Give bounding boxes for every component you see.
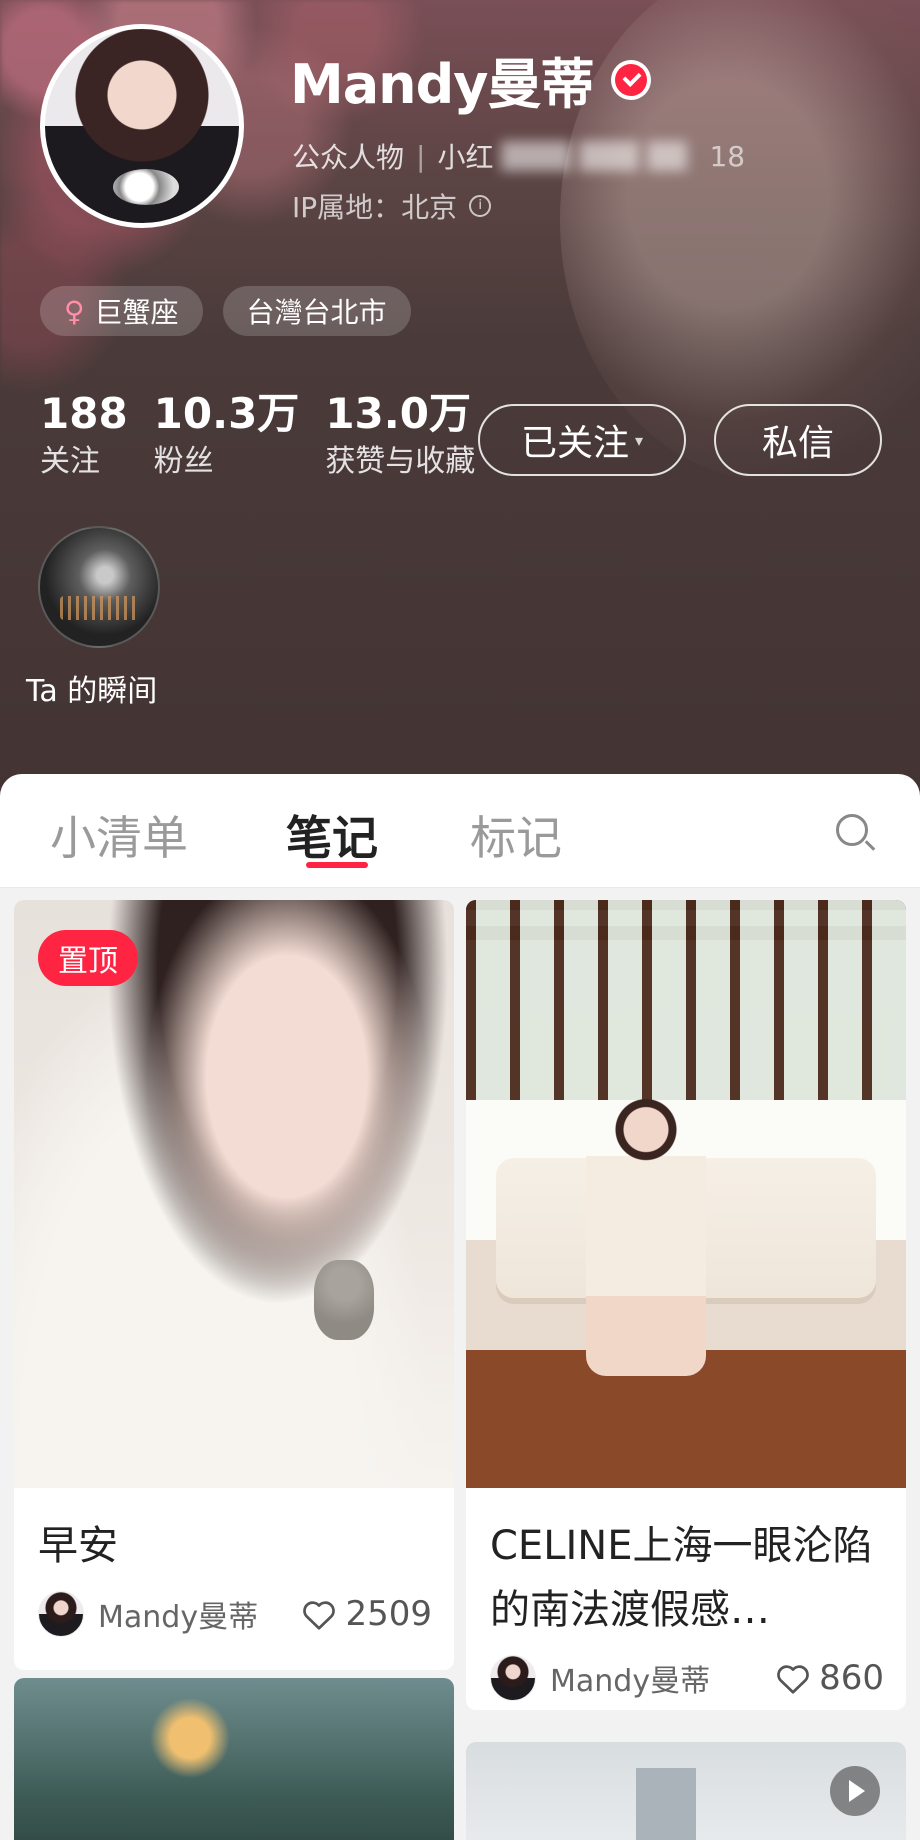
- heart-icon: [303, 1601, 336, 1630]
- note-title: CELINE上海一眼沦陷的南法渡假感…: [490, 1523, 873, 1633]
- info-icon[interactable]: i: [469, 195, 492, 217]
- ip-location-row: IP属地：北京 i: [292, 186, 492, 226]
- moments-label[interactable]: Ta 的瞬间: [26, 666, 157, 710]
- redacted-block: [501, 141, 572, 171]
- tab-list[interactable]: 小清单: [50, 802, 188, 868]
- play-icon: [830, 1766, 880, 1816]
- pinned-badge: 置顶: [38, 930, 138, 986]
- meta-separator: |: [416, 139, 426, 173]
- tab-marks[interactable]: 标记: [470, 802, 562, 868]
- female-icon: ♀: [64, 294, 85, 328]
- like-count: 2509: [345, 1594, 432, 1634]
- profile-role: 公众人物: [292, 141, 405, 174]
- following-button-label: 已关注: [520, 423, 629, 464]
- teddy-bear: [314, 1260, 374, 1340]
- profile-avatar[interactable]: [40, 24, 244, 228]
- search-icon-ring: [836, 814, 868, 846]
- active-tab-indicator: [306, 862, 368, 868]
- search-icon[interactable]: [832, 810, 876, 854]
- profile-tab-bar: 小清单 笔记 标记: [0, 774, 920, 888]
- window-frames: [466, 900, 906, 1100]
- verified-icon: [611, 59, 652, 100]
- stat-value: 188: [40, 389, 128, 438]
- note-title: 早安: [38, 1523, 118, 1569]
- building: [636, 1768, 696, 1840]
- stat-label: 关注: [40, 444, 100, 479]
- redacted-block: [579, 141, 640, 171]
- stat-followers[interactable]: 10.3万 粉丝: [154, 390, 300, 480]
- note-cover-image: [14, 1678, 454, 1840]
- profile-tags: ♀ 巨蟹座 台灣台北市: [40, 286, 411, 336]
- avatar-pet: [113, 169, 179, 205]
- stat-label: 获赞与收藏: [325, 444, 476, 479]
- stat-value: 13.0万: [325, 389, 471, 438]
- author-avatar: [38, 1591, 84, 1637]
- person: [586, 1096, 706, 1376]
- tag-location[interactable]: 台灣台北市: [222, 286, 411, 336]
- heart-icon: [777, 1665, 809, 1694]
- note-card[interactable]: CELINE上海一眼沦陷的南法渡假感… Mandy曼蒂 860: [466, 900, 906, 1710]
- stat-label: 粉丝: [153, 444, 214, 479]
- author-name: Mandy曼蒂: [98, 1600, 259, 1635]
- redacted-block: [647, 141, 688, 171]
- like-count: 860: [819, 1658, 884, 1698]
- profile-name: Mandy曼蒂: [290, 53, 594, 116]
- note-cover-image: [14, 900, 454, 1488]
- author-name: Mandy曼蒂: [550, 1664, 711, 1699]
- tag-zodiac[interactable]: ♀ 巨蟹座: [40, 286, 203, 336]
- profile-header: Mandy曼蒂 公众人物 | 小红 18 IP属地：北京 i ♀ 巨蟹座 台灣台…: [0, 0, 920, 800]
- following-button[interactable]: 已关注 ▾: [478, 404, 686, 476]
- search-icon-handle: [864, 840, 876, 851]
- chevron-down-icon: ▾: [634, 430, 644, 450]
- note-footer: Mandy曼蒂 2509: [38, 1590, 432, 1638]
- author-avatar: [490, 1655, 536, 1701]
- like-button[interactable]: 2509: [301, 1594, 432, 1634]
- like-button[interactable]: 860: [775, 1658, 884, 1698]
- note-card[interactable]: [14, 1678, 454, 1840]
- tab-notes[interactable]: 笔记: [286, 802, 378, 868]
- stat-following[interactable]: 188 关注: [40, 390, 128, 480]
- note-cover-image: [466, 900, 906, 1488]
- tag-label: 巨蟹座: [94, 296, 179, 329]
- ip-location: IP属地：北京: [292, 191, 458, 224]
- note-card[interactable]: [466, 1742, 906, 1840]
- tag-label: 台灣台北市: [246, 296, 387, 329]
- profile-id-suffix: 18: [709, 139, 746, 173]
- note-card[interactable]: 置顶 早安 Mandy曼蒂 2509: [14, 900, 454, 1670]
- profile-page: Mandy曼蒂 公众人物 | 小红 18 IP属地：北京 i ♀ 巨蟹座 台灣台…: [0, 0, 920, 1840]
- profile-meta: 公众人物 | 小红 18: [292, 136, 745, 176]
- note-footer: Mandy曼蒂 860: [490, 1654, 884, 1702]
- moments-thumbnail[interactable]: [38, 526, 160, 648]
- profile-id-prefix: 小红: [437, 141, 494, 174]
- profile-name-row: Mandy曼蒂: [290, 40, 652, 119]
- message-button-label: 私信: [761, 423, 834, 464]
- stat-value: 10.3万: [153, 389, 300, 438]
- stat-likes-collects[interactable]: 13.0万 获赞与收藏: [325, 390, 475, 480]
- message-button[interactable]: 私信: [714, 404, 882, 476]
- profile-stats: 188 关注 10.3万 粉丝 13.0万 获赞与收藏: [40, 390, 501, 480]
